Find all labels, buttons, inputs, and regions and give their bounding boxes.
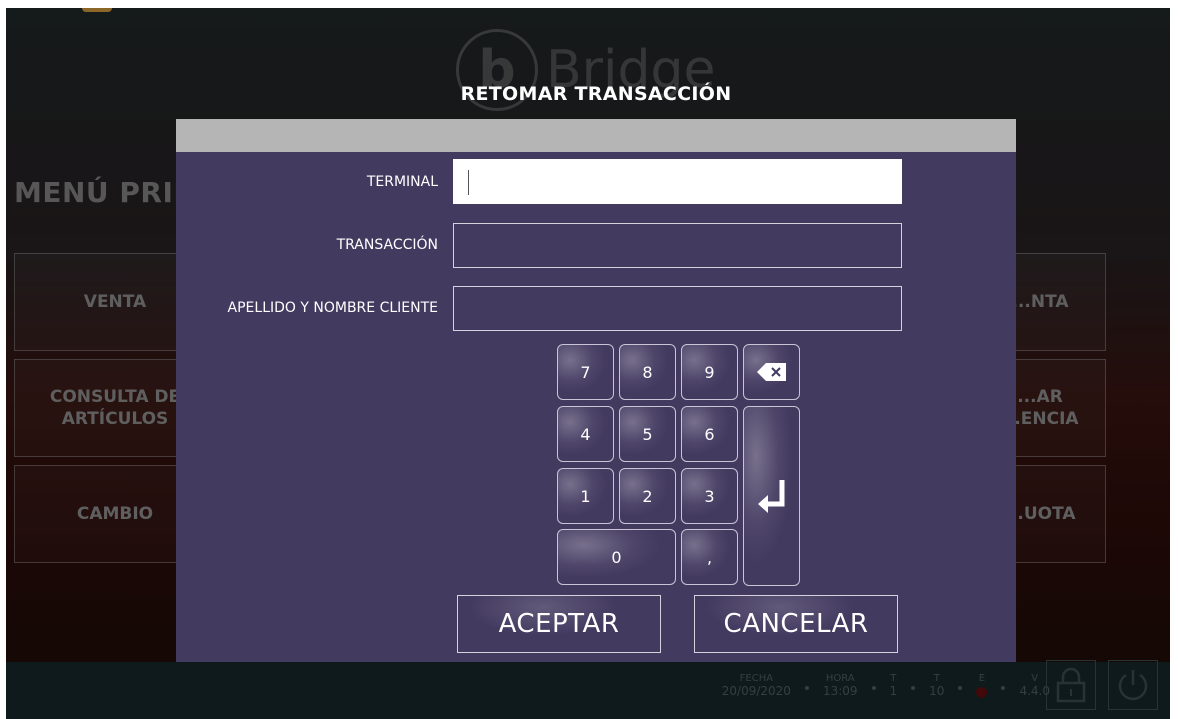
key-8[interactable]: 8: [619, 344, 676, 400]
key-comma[interactable]: ,: [681, 529, 738, 585]
key-2[interactable]: 2: [619, 468, 676, 524]
enter-key[interactable]: [743, 406, 800, 586]
dialog-title: RETOMAR TRANSACCIÓN: [460, 83, 732, 105]
key-9[interactable]: 9: [681, 344, 738, 400]
key-0[interactable]: 0: [557, 529, 676, 585]
retomar-transaccion-dialog: TERMINAL TRANSACCIÓN APELLIDO Y NOMBRE C…: [176, 152, 1016, 662]
backspace-icon: [756, 363, 786, 381]
backspace-key[interactable]: [743, 344, 800, 400]
terminal-label: TERMINAL: [366, 174, 438, 190]
key-7[interactable]: 7: [557, 344, 614, 400]
terminal-input[interactable]: [453, 159, 902, 204]
enter-icon: [757, 480, 784, 513]
dialog-header-bar: [176, 119, 1016, 152]
cliente-label: APELLIDO Y NOMBRE CLIENTE: [227, 300, 438, 316]
cancel-button[interactable]: CANCELAR: [694, 595, 898, 653]
key-5[interactable]: 5: [619, 406, 676, 462]
key-1[interactable]: 1: [557, 468, 614, 524]
accept-button[interactable]: ACEPTAR: [457, 595, 661, 653]
key-3[interactable]: 3: [681, 468, 738, 524]
text-caret: [468, 170, 469, 195]
transaccion-label: TRANSACCIÓN: [336, 237, 438, 253]
key-6[interactable]: 6: [681, 406, 738, 462]
cliente-input[interactable]: [453, 286, 902, 331]
transaccion-input[interactable]: [453, 223, 902, 268]
key-4[interactable]: 4: [557, 406, 614, 462]
